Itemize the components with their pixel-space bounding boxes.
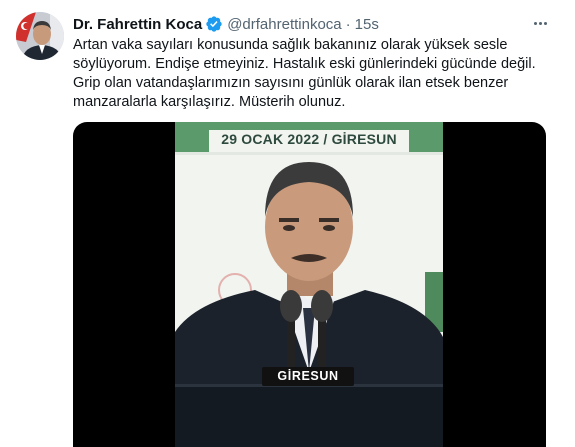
tweet-text-line: söylüyorum. Endişe etmeyiniz. Hastalık e… <box>73 56 536 72</box>
tweet-text: Artan vaka sayıları konusunda sağlık bak… <box>73 36 543 112</box>
more-options-icon[interactable] <box>526 12 554 34</box>
tweet-text-line: Artan vaka sayıları konusunda sağlık bak… <box>73 37 508 53</box>
avatar[interactable] <box>16 12 64 60</box>
tweet[interactable]: Dr. Fahrettin Koca @drfahrettinkoca · 15… <box>0 0 575 447</box>
timestamp[interactable]: 15s <box>355 16 379 33</box>
author-name[interactable]: Dr. Fahrettin Koca <box>73 16 202 33</box>
tweet-text-line: Grip olan vatandaşlarımızın sayısını gün… <box>73 75 509 91</box>
video-frame: 29 OCAK 2022 / GİRESUN GİRESUN <box>175 122 443 447</box>
tweet-video[interactable]: 29 OCAK 2022 / GİRESUN GİRESUN <box>73 122 546 447</box>
tweet-header: Dr. Fahrettin Koca @drfahrettinkoca · 15… <box>73 14 379 34</box>
avatar-image <box>16 12 64 60</box>
verified-badge-icon <box>206 16 222 32</box>
separator-dot: · <box>345 15 351 33</box>
author-handle[interactable]: @drfahrettinkoca <box>227 16 341 33</box>
tweet-text-line: manzaralarla karşılaşırız. Müsterih olun… <box>73 94 346 110</box>
video-banner-text: 29 OCAK 2022 / GİRESUN <box>221 131 397 147</box>
video-still-image <box>175 122 443 447</box>
podium-label: GİRESUN <box>262 367 354 386</box>
